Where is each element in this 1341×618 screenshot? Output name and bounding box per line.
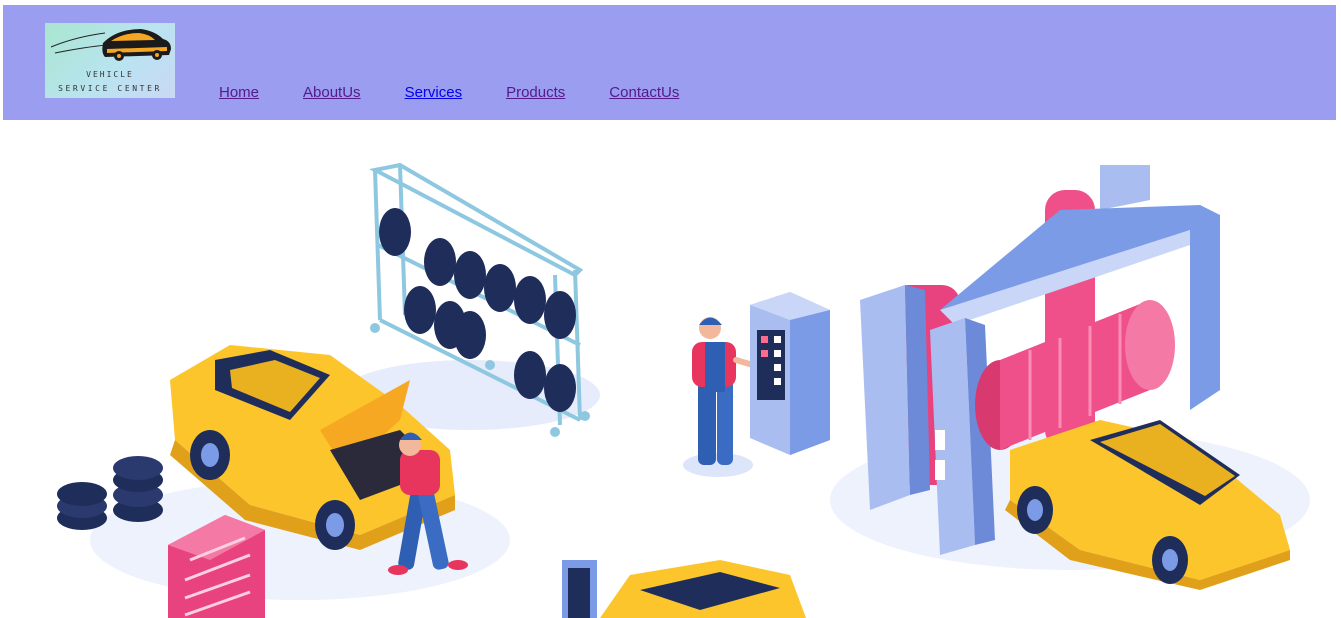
nav-link-aboutus[interactable]: AboutUs: [303, 84, 361, 101]
logo[interactable]: VEHICLE SERVICE CENTER: [45, 23, 175, 98]
logo-text-service-center: SERVICE CENTER: [58, 84, 162, 93]
nav-link-services[interactable]: Services: [405, 84, 463, 101]
car-partial-icon: [562, 560, 806, 618]
site-header: VEHICLE SERVICE CENTER Home AboutUs Serv…: [3, 5, 1336, 120]
main-nav: Home AboutUs Services Products ContactUs: [219, 84, 723, 101]
logo-text-vehicle: VEHICLE: [86, 70, 134, 79]
nav-link-contactus[interactable]: ContactUs: [609, 84, 679, 101]
nav-link-products[interactable]: Products: [506, 84, 565, 101]
nav-link-home[interactable]: Home: [219, 84, 259, 101]
control-panel-icon: [750, 292, 830, 455]
hero-image-service-center: [57, 162, 1310, 618]
